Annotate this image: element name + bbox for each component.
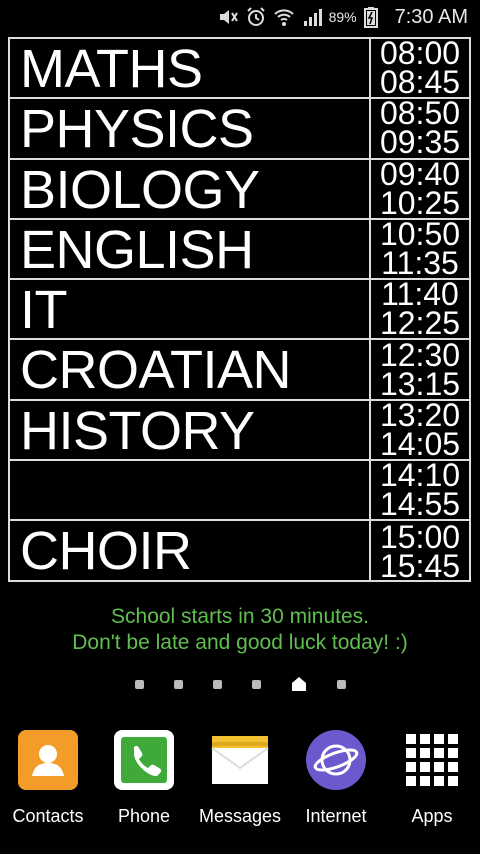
internet-icon[interactable] xyxy=(306,730,366,790)
reminder-line-1: School starts in 30 minutes. xyxy=(111,605,369,628)
timetable-row: CHOIR 15:00 15:45 xyxy=(10,521,469,584)
app-phone[interactable]: Phone xyxy=(96,730,192,827)
end-time: 08:45 xyxy=(379,64,461,101)
page-dot[interactable] xyxy=(134,679,144,689)
app-dock: Contacts Phone Messages Internet Apps xyxy=(0,730,480,840)
page-dot[interactable] xyxy=(336,679,346,689)
app-label: Internet xyxy=(305,806,367,826)
app-label: Phone xyxy=(117,806,171,826)
period-times: 08:50 09:35 xyxy=(369,97,469,161)
timetable-row: PHYSICS 08:50 09:35 xyxy=(10,97,469,161)
subject-name: PHYSICS xyxy=(20,99,254,158)
period-times: 13:20 14:05 xyxy=(369,399,469,462)
apps-grid-icon[interactable] xyxy=(402,730,462,790)
end-time: 14:55 xyxy=(379,486,461,523)
timetable-row: HISTORY 13:20 14:05 xyxy=(10,399,469,462)
contacts-icon[interactable] xyxy=(18,730,78,790)
period-times: 11:40 12:25 xyxy=(369,278,469,342)
mute-icon xyxy=(217,6,239,28)
end-time: 09:35 xyxy=(379,124,461,161)
app-apps[interactable]: Apps xyxy=(384,730,480,827)
period-times: 15:00 15:45 xyxy=(369,521,469,584)
reminder-message: School starts in 30 minutes. Don't be la… xyxy=(0,604,480,656)
subject-name: CHOIR xyxy=(20,521,192,582)
timetable-row: IT 11:40 12:25 xyxy=(10,278,469,342)
alarm-icon xyxy=(245,6,267,28)
timetable-row: ENGLISH 10:50 11:35 xyxy=(10,218,469,282)
app-messages[interactable]: Messages xyxy=(192,730,288,827)
signal-icon xyxy=(301,6,323,28)
timetable-widget[interactable]: MATHS 08:00 08:45 PHYSICS 08:50 09:35 BI… xyxy=(8,37,471,582)
wifi-icon xyxy=(273,6,295,28)
app-internet[interactable]: Internet xyxy=(288,730,384,827)
messages-icon[interactable] xyxy=(210,730,270,790)
app-label: Apps xyxy=(411,806,453,826)
end-time: 15:45 xyxy=(379,547,461,584)
subject-name: IT xyxy=(20,280,68,339)
page-indicator xyxy=(0,674,480,694)
period-times: 09:40 10:25 xyxy=(369,158,469,221)
clock-time: 7:30 AM xyxy=(394,5,468,28)
end-time: 11:35 xyxy=(381,245,459,282)
timetable-row: CROATIAN 12:30 13:15 xyxy=(10,339,469,402)
period-times: 08:00 08:45 xyxy=(369,37,469,101)
battery-icon xyxy=(363,6,385,28)
app-label: Messages xyxy=(198,806,282,826)
subject-name: MATHS xyxy=(20,39,203,98)
phone-icon[interactable] xyxy=(114,730,174,790)
end-time: 14:05 xyxy=(379,425,461,462)
timetable-row: MATHS 08:00 08:45 xyxy=(10,37,469,101)
subject-name: BIOLOGY xyxy=(20,159,260,218)
subject-name: ENGLISH xyxy=(20,219,254,279)
end-time: 12:25 xyxy=(379,305,461,342)
timetable-row: BIOLOGY 09:40 10:25 xyxy=(10,158,469,221)
home-icon[interactable] xyxy=(291,676,307,692)
app-contacts[interactable]: Contacts xyxy=(0,730,96,827)
end-time: 13:15 xyxy=(379,365,461,402)
page-dot[interactable] xyxy=(251,679,261,689)
end-time: 10:25 xyxy=(379,184,461,221)
page-dot[interactable] xyxy=(212,679,222,689)
battery-percentage: 89% xyxy=(328,9,357,25)
reminder-line-2: Don't be late and good luck today! :) xyxy=(72,631,408,654)
subject-name xyxy=(10,461,369,519)
period-times: 12:30 13:15 xyxy=(369,339,469,402)
app-label: Contacts xyxy=(12,806,84,826)
period-times: 10:50 11:35 xyxy=(369,218,469,282)
timetable-row: 14:10 14:55 xyxy=(10,459,469,523)
subject-name: HISTORY xyxy=(20,400,255,460)
status-bar: 89% 7:30 AM xyxy=(0,0,480,34)
page-dot[interactable] xyxy=(173,679,183,689)
period-times: 14:10 14:55 xyxy=(369,459,469,523)
subject-name: CROATIAN xyxy=(20,340,292,399)
